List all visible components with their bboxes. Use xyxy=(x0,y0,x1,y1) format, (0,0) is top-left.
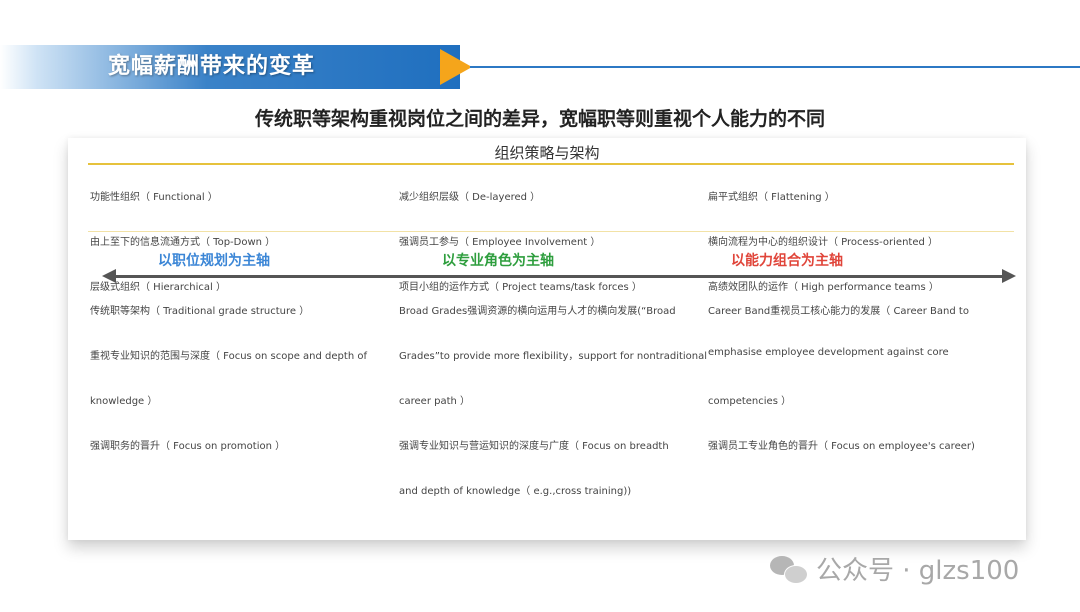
page-title: 宽幅薪酬带来的变革 xyxy=(108,54,316,79)
col2-org-3: 项目小组的运作方式（ Project teams/task forces ） xyxy=(399,282,642,293)
card-title: 组织策略与架构 xyxy=(494,144,600,162)
wechat-icon xyxy=(770,554,808,584)
col2-org-1: 减少组织层级（ De-layered ） xyxy=(399,192,541,203)
col2-grade-1: Broad Grades强调资源的横向运用与人才的横向发展(“Broad xyxy=(399,306,676,317)
col1-grade-1: 传统职等架构（ Traditional grade structure ） xyxy=(90,306,310,317)
axis-label-position: 以职位规划为主轴 xyxy=(158,253,270,269)
axis-right-arrow-icon xyxy=(1002,269,1016,283)
axis-label-role: 以专业角色为主轴 xyxy=(442,253,554,269)
col2-grade-3: career path ） xyxy=(399,396,471,407)
col3-grade-2: emphasise employee development against c… xyxy=(708,347,949,358)
gold-divider xyxy=(88,163,1014,165)
col3-grade-4: 强调员工专业角色的晋升（ Focus on employee's career) xyxy=(708,441,975,452)
watermark-text: 公众号 · glzs100 xyxy=(816,556,1020,586)
col3-grade-3: competencies ） xyxy=(708,396,792,407)
col1-org-2: 由上至下的信息流通方式（ Top-Down ） xyxy=(90,237,276,248)
axis-line xyxy=(108,275,1008,278)
col1-org-1: 功能性组织（ Functional ） xyxy=(90,192,218,203)
col3-grade-1: Career Band重视员工核心能力的发展（ Career Band to xyxy=(708,306,969,317)
banner-arrow-icon xyxy=(440,49,472,85)
content-card: 组织策略与架构 功能性组织（ Functional ） 由上至下的信息流通方式（… xyxy=(68,138,1026,540)
col1-grade-2: 重视专业知识的范围与深度（ Focus on scope and depth o… xyxy=(90,351,367,362)
axis-left-arrow-icon xyxy=(102,269,116,283)
watermark: 公众号 · glzs100 xyxy=(770,550,1019,587)
col3-org-2: 横向流程为中心的组织设计（ Process-oriented ） xyxy=(708,237,939,248)
col2-grade-2: Grades”to provide more flexibility，suppo… xyxy=(399,351,708,362)
headline: 传统职等架构重视岗位之间的差异，宽幅职等则重视个人能力的不同 xyxy=(254,108,825,130)
col2-grade-5: and depth of knowledge（ e.g.,cross train… xyxy=(399,486,632,497)
col2-org-2: 强调员工参与（ Employee Involvement ） xyxy=(399,237,601,248)
header-rule xyxy=(470,66,1080,68)
col3-org-1: 扁平式组织（ Flattening ） xyxy=(708,192,835,203)
axis-label-competency: 以能力组合为主轴 xyxy=(731,253,843,269)
col1-grade-3: knowledge ） xyxy=(90,396,158,407)
thin-divider xyxy=(88,231,1014,232)
col1-grade-4: 强调职务的晋升（ Focus on promotion ） xyxy=(90,441,286,452)
col3-org-3: 高绩效团队的运作（ High performance teams ） xyxy=(708,282,939,293)
col2-grade-4: 强调专业知识与营运知识的深度与广度（ Focus on breadth xyxy=(399,441,669,452)
